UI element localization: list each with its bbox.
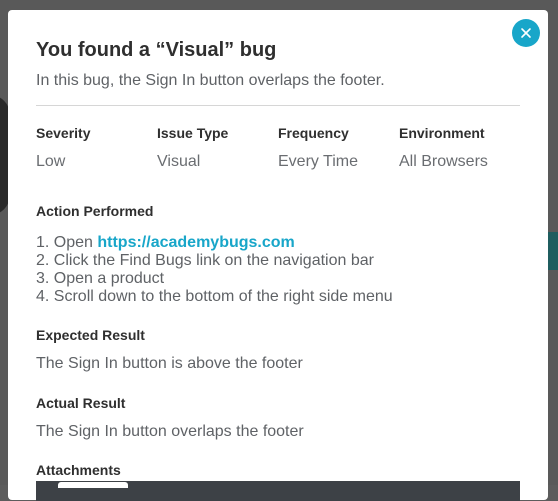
meta-severity: Severity Low <box>36 124 157 172</box>
meta-label: Environment <box>399 125 485 141</box>
meta-frequency: Frequency Every Time <box>278 124 399 172</box>
divider <box>36 105 520 106</box>
attachment-tab <box>58 482 128 488</box>
meta-value: Every Time <box>278 153 359 170</box>
meta-value: Low <box>36 153 66 170</box>
list-item: 2. Click the Find Bugs link on the navig… <box>36 252 374 269</box>
close-icon <box>521 28 531 38</box>
list-item: 3. Open a product <box>36 270 165 287</box>
actual-result-text: The Sign In button overlaps the footer <box>36 423 304 440</box>
expected-result-heading: Expected Result <box>36 327 145 343</box>
background-page-element <box>548 232 558 270</box>
action-performed-heading: Action Performed <box>36 203 154 219</box>
meta-value: Visual <box>157 153 201 170</box>
meta-label: Issue Type <box>157 125 229 141</box>
meta-label: Frequency <box>278 125 349 141</box>
meta-value: All Browsers <box>399 153 488 170</box>
bug-meta-row: Severity Low Issue Type Visual Frequency… <box>36 124 520 172</box>
meta-label: Severity <box>36 125 91 141</box>
meta-environment: Environment All Browsers <box>399 124 520 172</box>
action-steps-list: 1. Open https://academybugs.com 2. Click… <box>36 234 520 306</box>
close-button[interactable] <box>512 19 540 47</box>
bug-details-modal: You found a “Visual” bug In this bug, th… <box>8 10 548 501</box>
attachments-heading: Attachments <box>36 462 121 478</box>
actual-result-heading: Actual Result <box>36 395 126 411</box>
academybugs-link[interactable]: https://academybugs.com <box>97 234 294 251</box>
list-item: 4. Scroll down to the bottom of the righ… <box>36 288 393 305</box>
attachment-preview[interactable] <box>36 481 520 501</box>
modal-title: You found a “Visual” bug <box>36 39 277 61</box>
step-prefix: 1. Open <box>36 234 98 251</box>
expected-result-text: The Sign In button is above the footer <box>36 355 303 372</box>
meta-issue-type: Issue Type Visual <box>157 124 278 172</box>
list-item: 1. Open https://academybugs.com <box>36 234 520 252</box>
modal-subtitle: In this bug, the Sign In button overlaps… <box>36 72 385 89</box>
